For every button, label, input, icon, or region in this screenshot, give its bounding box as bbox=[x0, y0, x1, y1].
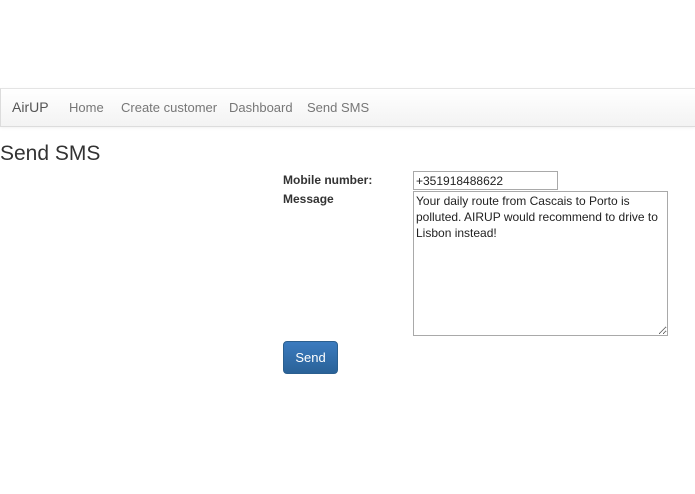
mobile-number-label: Mobile number: bbox=[283, 173, 373, 187]
nav-link-dashboard[interactable]: Dashboard bbox=[229, 100, 293, 115]
page-title: Send SMS bbox=[0, 142, 101, 165]
nav-link-create-customer[interactable]: Create customer bbox=[121, 100, 217, 115]
message-textarea[interactable]: Your daily route from Cascais to Porto i… bbox=[413, 191, 668, 336]
message-label: Message bbox=[283, 192, 334, 206]
navbar: AirUP Home Create customer Dashboard Sen… bbox=[0, 88, 695, 127]
nav-link-send-sms[interactable]: Send SMS bbox=[307, 100, 369, 115]
nav-link-home[interactable]: Home bbox=[69, 100, 104, 115]
brand-link[interactable]: AirUP bbox=[12, 99, 49, 115]
send-button[interactable]: Send bbox=[283, 341, 338, 374]
mobile-number-input[interactable] bbox=[413, 171, 558, 190]
